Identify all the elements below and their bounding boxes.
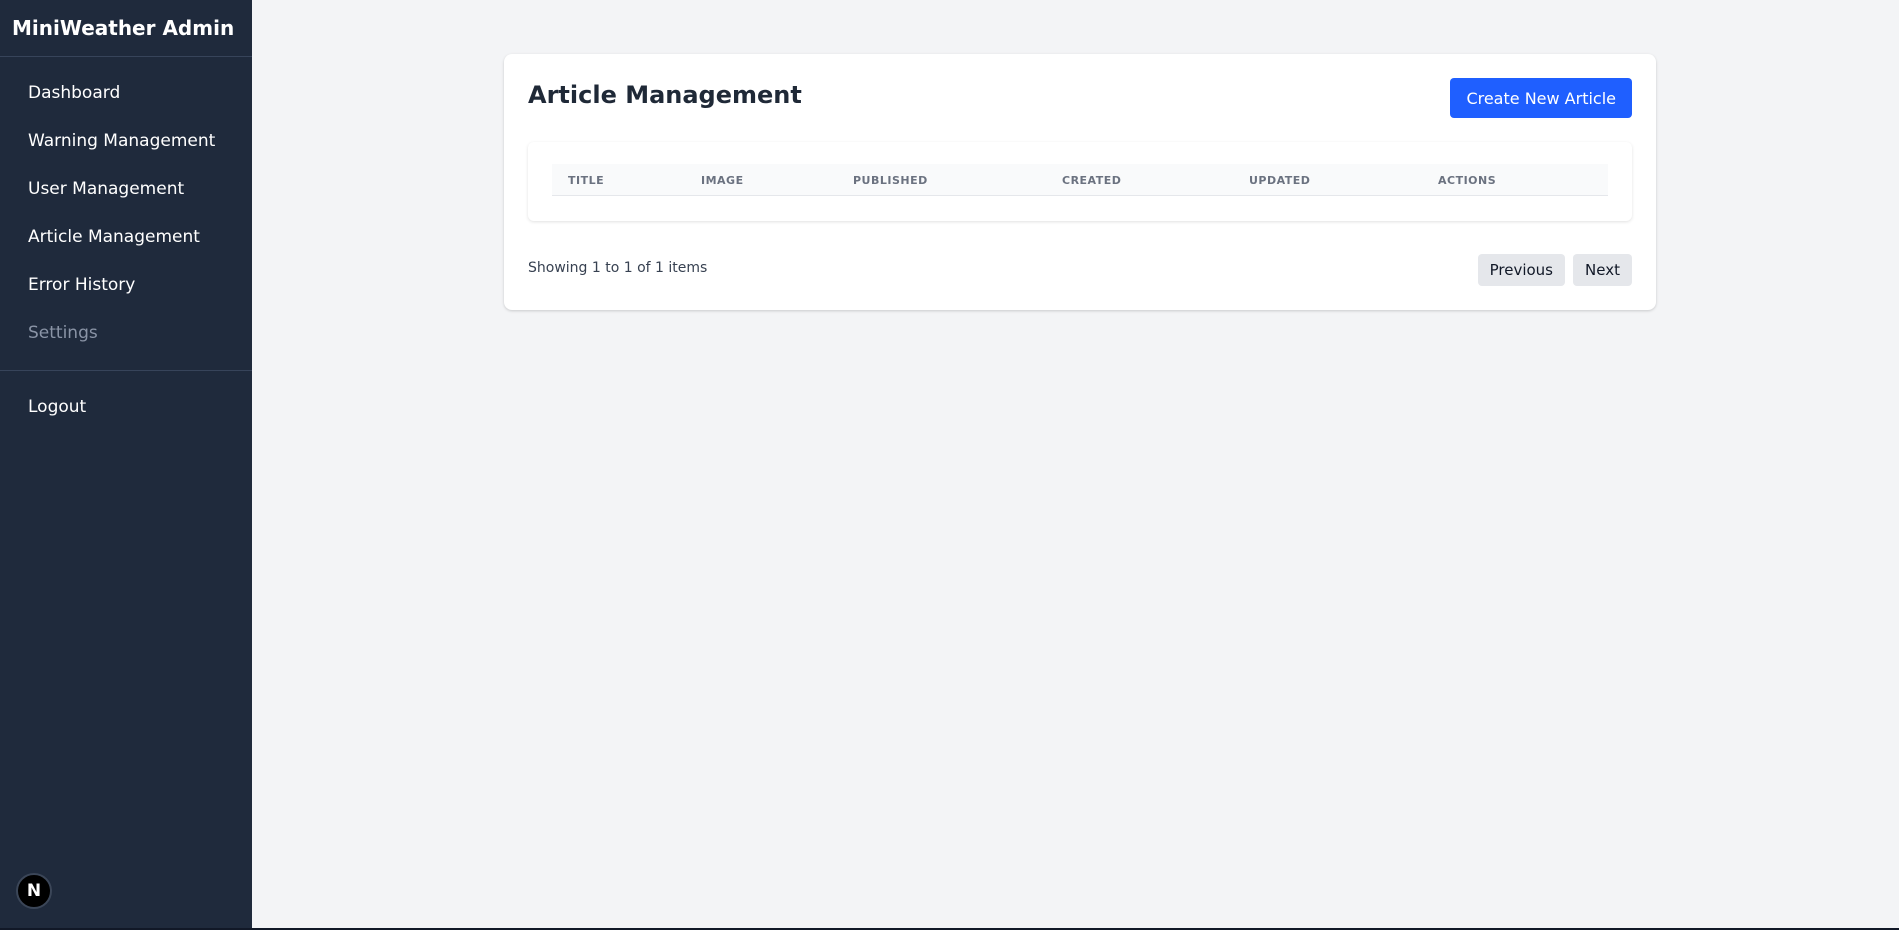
column-header-published[interactable]: PUBLISHED [853, 164, 928, 196]
next-page-button[interactable]: Next [1573, 254, 1632, 286]
sidebar: MiniWeather Admin Dashboard Warning Mana… [0, 0, 252, 930]
column-header-title[interactable]: TITLE [568, 164, 604, 196]
column-header-created[interactable]: CREATED [1062, 164, 1121, 196]
sidebar-item-user-management[interactable]: User Management [0, 165, 252, 213]
page-title: Article Management [528, 81, 802, 109]
column-header-image[interactable]: IMAGE [701, 164, 744, 196]
sidebar-nav: Dashboard Warning Management User Manage… [0, 57, 252, 357]
table-header: TITLE IMAGE PUBLISHED CREATED UPDATED AC… [552, 164, 1608, 196]
sidebar-item-settings[interactable]: Settings [0, 309, 252, 357]
sidebar-item-article-management[interactable]: Article Management [0, 213, 252, 261]
sidebar-divider [0, 370, 252, 371]
article-management-card: Article Management Create New Article TI… [504, 54, 1656, 310]
articles-table: TITLE IMAGE PUBLISHED CREATED UPDATED AC… [528, 142, 1632, 221]
column-header-actions[interactable]: ACTIONS [1438, 164, 1496, 196]
previous-page-button[interactable]: Previous [1477, 254, 1565, 286]
sidebar-item-warning-management[interactable]: Warning Management [0, 117, 252, 165]
sidebar-item-error-history[interactable]: Error History [0, 261, 252, 309]
app-title: MiniWeather Admin [0, 0, 252, 57]
nextjs-badge-icon[interactable]: N [16, 873, 52, 909]
column-header-updated[interactable]: UPDATED [1249, 164, 1310, 196]
logout-button[interactable]: Logout [0, 383, 252, 431]
sidebar-item-dashboard[interactable]: Dashboard [0, 69, 252, 117]
pagination-summary: Showing 1 to 1 of 1 items [528, 260, 708, 276]
create-new-article-button[interactable]: Create New Article [1450, 78, 1632, 118]
